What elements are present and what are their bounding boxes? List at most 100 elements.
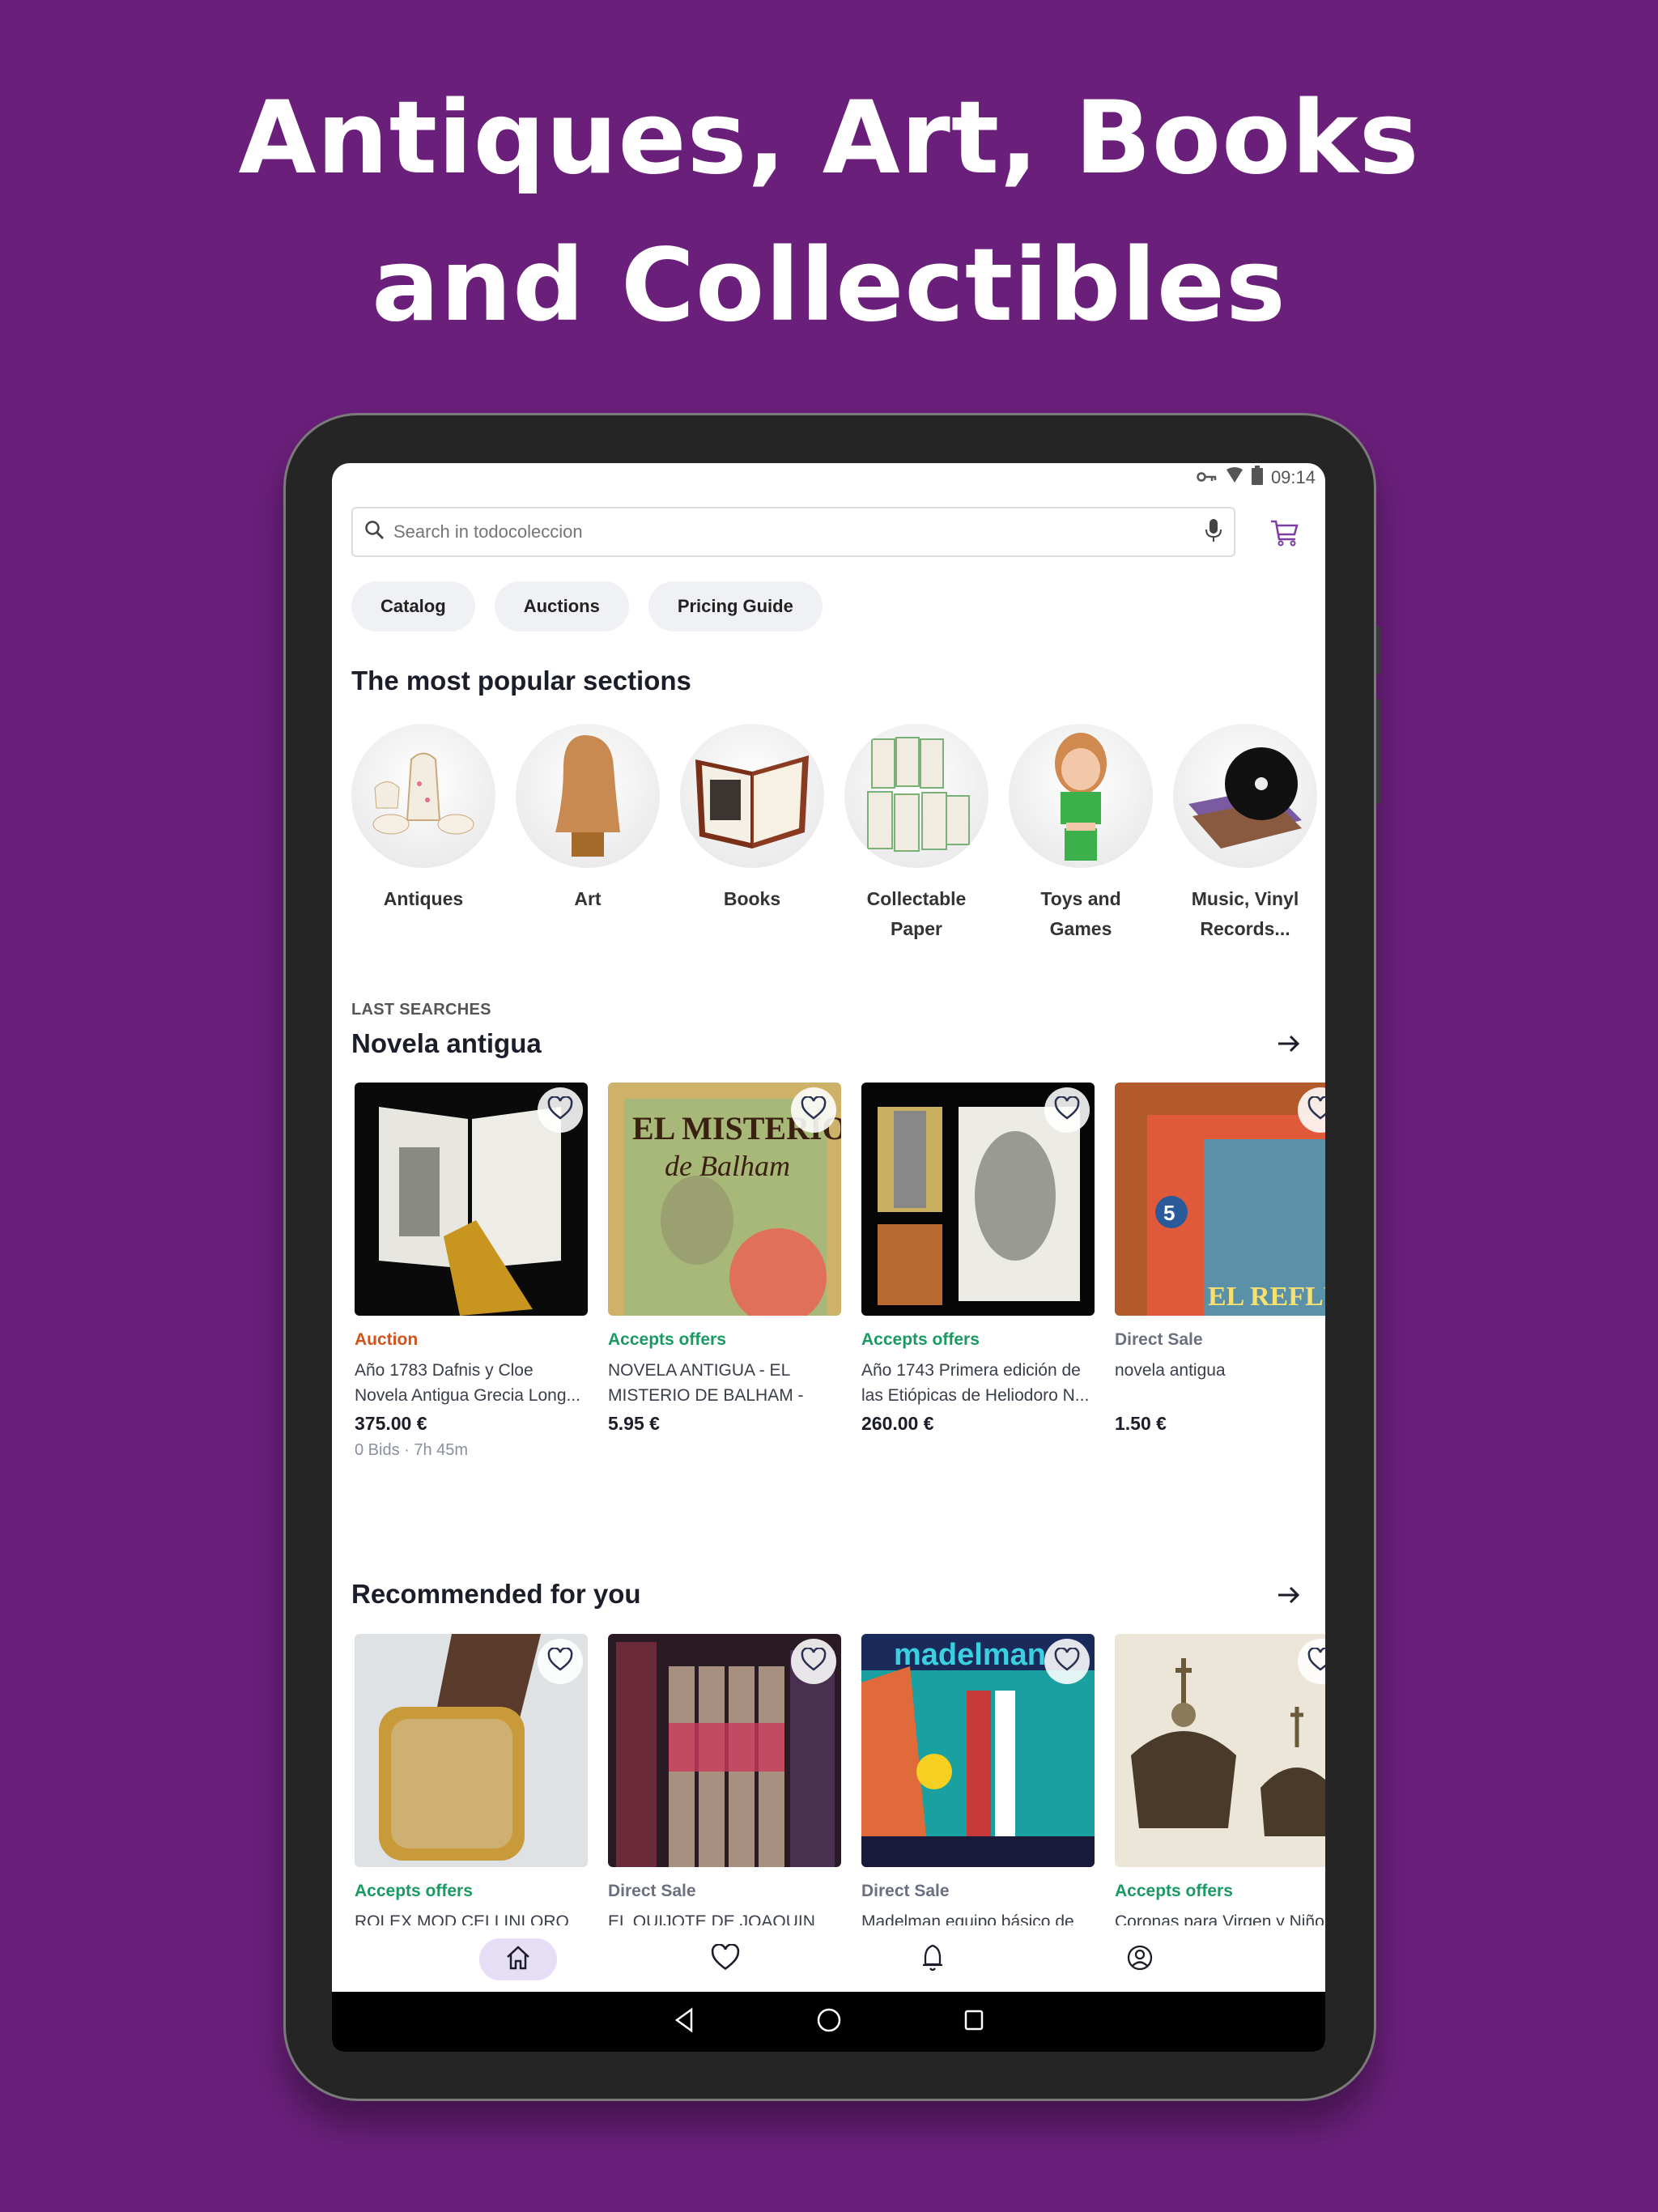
power-button [1376, 699, 1380, 804]
cart-button[interactable] [1269, 517, 1301, 549]
nav-profile[interactable] [1101, 1938, 1179, 1980]
product-title: Año 1743 Primera edición de las Etiópica… [861, 1361, 1090, 1405]
favorite-button[interactable] [538, 1639, 583, 1684]
chip-auctions[interactable]: Auctions [494, 581, 629, 632]
heart-icon [711, 1942, 740, 1976]
nav-home[interactable] [478, 1938, 557, 1980]
favorite-button[interactable] [1044, 1639, 1090, 1684]
product-price: 375.00 € [355, 1413, 427, 1434]
svg-text:de Balham: de Balham [665, 1150, 790, 1182]
product-card[interactable]: Accepts offers Coronas para Virgen y Niñ… [1115, 1634, 1325, 1925]
category-label: Toys and Games [1040, 888, 1121, 939]
category-image-art [516, 724, 660, 868]
bell-icon [920, 1943, 945, 1976]
product-card[interactable]: Auction Año 1783 Dafnis y Cloe Novela An… [355, 1083, 588, 1460]
category-image-antiques [351, 724, 495, 868]
search-input[interactable] [393, 521, 1205, 542]
svg-text:madelman: madelman [894, 1638, 1046, 1672]
product-image [1115, 1634, 1325, 1867]
category-carousel: Antiques Art Books Collectable Paper Toy… [351, 724, 1317, 944]
sale-type-tag: Accepts offers [355, 1882, 473, 1900]
recommended-results: Accepts offers ROLEX MOD CELLINI ORO Dir… [355, 1634, 1325, 1925]
product-card[interactable]: Direct Sale EL QUIJOTE DE JOAQUIN [608, 1634, 841, 1925]
home-icon [504, 1945, 532, 1975]
sale-type-tag: Accepts offers [1115, 1882, 1233, 1900]
arrow-right-icon [1275, 1035, 1303, 1061]
last-search-results: Auction Año 1783 Dafnis y Cloe Novela An… [355, 1083, 1325, 1460]
product-card[interactable]: Accepts offers Año 1743 Primera edición … [861, 1083, 1095, 1460]
sale-type-tag: Direct Sale [861, 1882, 950, 1900]
back-icon[interactable] [674, 2007, 695, 2037]
status-bar: 09:14 [332, 463, 1325, 492]
category-image-collectable-paper [844, 724, 988, 868]
favorite-button[interactable] [791, 1639, 836, 1684]
search-bar[interactable] [351, 507, 1235, 557]
volume-button [1376, 626, 1380, 674]
heart-icon [547, 1646, 573, 1676]
svg-text:EL REFLUJO: EL REFLUJO [1208, 1282, 1325, 1312]
category-image-music-vinyl [1173, 724, 1317, 868]
product-image [355, 1634, 588, 1867]
category-toys-games[interactable]: Toys and Games [1009, 724, 1153, 944]
sale-type-tag: Auction [355, 1330, 419, 1349]
category-collectable-paper[interactable]: Collectable Paper [844, 724, 988, 944]
category-books[interactable]: Books [680, 724, 824, 944]
bottom-navigation [332, 1927, 1325, 1992]
recommended-see-all-button[interactable] [1275, 1581, 1303, 1609]
nav-notifications[interactable] [894, 1938, 971, 1980]
category-label: Art [574, 888, 602, 909]
product-title: novela antigua [1115, 1361, 1226, 1380]
favorite-button[interactable] [1044, 1087, 1090, 1133]
product-title: ROLEX MOD CELLINI ORO [355, 1912, 569, 1925]
nav-favorites[interactable] [687, 1938, 764, 1980]
heart-icon [1054, 1095, 1080, 1125]
product-title: EL QUIJOTE DE JOAQUIN [608, 1912, 815, 1925]
last-searches-overline: LAST SEARCHES [351, 1001, 491, 1019]
category-art[interactable]: Art [516, 724, 660, 944]
product-title: Año 1783 Dafnis y Cloe Novela Antigua Gr… [355, 1361, 581, 1405]
category-image-books [680, 724, 824, 868]
product-card[interactable]: Accepts offers ROLEX MOD CELLINI ORO [355, 1634, 588, 1925]
category-label: Music, Vinyl Records... [1191, 888, 1299, 939]
recommended-title: Recommended for you [351, 1579, 641, 1609]
chip-catalog[interactable]: Catalog [351, 581, 475, 632]
last-search-title[interactable]: Novela antigua [351, 1028, 542, 1059]
recents-icon[interactable] [963, 2009, 984, 2035]
home-circle-icon[interactable] [816, 2007, 842, 2037]
microphone-icon[interactable] [1205, 518, 1222, 547]
product-image: 5 EL REFLUJO [1115, 1083, 1325, 1316]
product-image [608, 1634, 841, 1867]
arrow-right-icon [1275, 1586, 1303, 1612]
wifi-icon [1226, 467, 1244, 488]
heart-icon [1054, 1646, 1080, 1676]
category-image-toys-games [1009, 724, 1153, 868]
last-search-see-all-button[interactable] [1275, 1030, 1303, 1057]
product-image [861, 1083, 1095, 1316]
category-label: Collectable Paper [866, 888, 967, 939]
product-title: NOVELA ANTIGUA - EL MISTERIO DE BALHAM -… [608, 1361, 804, 1405]
category-label: Antiques [383, 888, 464, 909]
cart-icon [1269, 520, 1301, 552]
product-price: 260.00 € [861, 1413, 934, 1434]
chip-pricing-guide[interactable]: Pricing Guide [648, 581, 823, 632]
favorite-button[interactable] [791, 1087, 836, 1133]
svg-text:5: 5 [1163, 1201, 1175, 1225]
product-card[interactable]: 5 EL REFLUJO Direct Sale novela antigua 1… [1115, 1083, 1325, 1460]
product-image: madelman [861, 1634, 1095, 1867]
product-card[interactable]: EL MISTERIO de Balham Accepts offers NOVE… [608, 1083, 841, 1460]
category-music-vinyl[interactable]: Music, Vinyl Records... [1173, 724, 1317, 944]
heart-icon [801, 1646, 827, 1676]
product-card[interactable]: madelman Direct Sale Madelman equipo bás… [861, 1634, 1095, 1925]
headline-line-1: Antiques, Art, Books [238, 80, 1420, 197]
vpn-key-icon [1197, 467, 1218, 488]
category-antiques[interactable]: Antiques [351, 724, 495, 944]
product-price: 5.95 € [608, 1413, 660, 1434]
heart-icon [1307, 1646, 1325, 1676]
quick-links: Catalog Auctions Pricing Guide [351, 581, 823, 632]
system-navigation-bar [332, 1992, 1325, 2052]
heart-icon [1307, 1095, 1325, 1125]
sale-type-tag: Direct Sale [608, 1882, 696, 1900]
favorite-button[interactable] [538, 1087, 583, 1133]
popular-sections-title: The most popular sections [351, 666, 691, 696]
auction-meta: 0 Bids · 7h 45m [355, 1441, 469, 1459]
